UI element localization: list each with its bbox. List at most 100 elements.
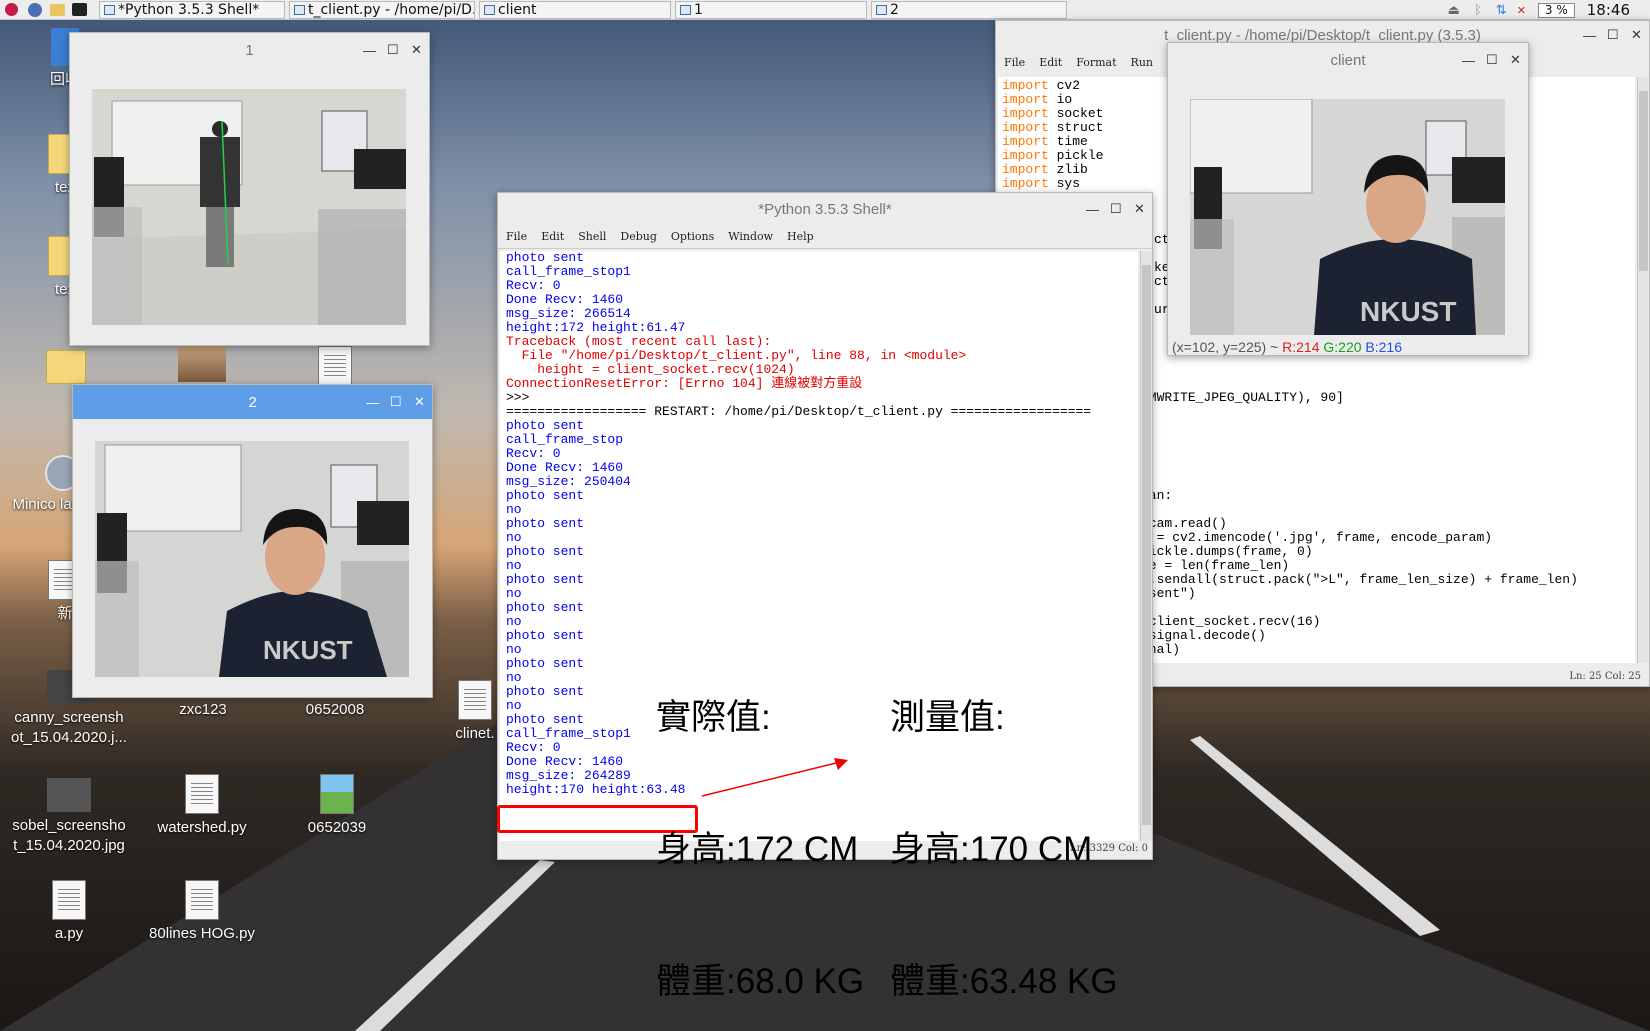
shell-line: photo sent [506,488,585,503]
task-label: *Python 3.5.3 Shell* [118,1,260,18]
code-line: en = pickle.dumps(frame, 0) [1102,544,1313,559]
maximize-icon[interactable]: ☐ [390,394,402,410]
window-titlebar[interactable]: 2 — ☐ ✕ [73,385,432,419]
window-title: t_client.py - /home/pi/Desktop/t_client.… [1164,26,1481,44]
image-file-icon [320,774,354,814]
menu-window[interactable]: Window [728,230,773,243]
minimize-icon[interactable]: — [1583,28,1596,43]
shell-line: msg_size: 250404 [506,474,631,489]
desktop-icon-hog[interactable]: 80lines HOG.py [137,880,267,944]
clock[interactable]: 18:46 [1587,1,1630,19]
bluetooth-icon[interactable]: ᛒ [1474,3,1482,18]
menu-help[interactable]: Help [787,230,814,243]
desktop-icon-sobel[interactable]: sobel_screensho t_15.04.2020.jpg [4,778,134,856]
browser-icon[interactable] [28,2,42,17]
desktop-icon-0652039[interactable]: 0652039 [272,774,402,838]
minimize-icon[interactable]: — [1086,202,1099,217]
close-icon[interactable]: ✕ [1134,201,1145,217]
close-icon[interactable]: ✕ [411,42,422,58]
shell-menubar: File Edit Shell Debug Options Window Hel… [498,225,1152,249]
maximize-icon[interactable]: ☐ [1110,201,1122,217]
minimize-icon[interactable]: — [363,43,376,58]
task-t-client[interactable]: t_client.py - /home/pi/D... [289,0,475,19]
desktop-icon-0652008[interactable]: 0652008 [270,700,400,720]
desktop-icon-a-py[interactable]: a.py [4,880,134,944]
actual-height: 身高:172 CM [656,830,859,869]
window-title: *Python 3.5.3 Shell* [758,200,892,218]
editor-status: Ln: 25 Col: 25 [1569,671,1641,682]
editor-scrollbar[interactable] [1637,77,1649,663]
maximize-icon[interactable]: ☐ [387,42,399,58]
document-icon [458,680,492,720]
module-name: socket [1056,106,1104,121]
keyword: import [1002,148,1049,163]
minimize-icon[interactable]: — [1462,53,1475,68]
module-name: struct [1056,120,1104,135]
menu-file[interactable]: File [506,230,527,243]
menu-shell[interactable]: Shell [578,230,606,243]
terminal-icon[interactable] [72,3,87,16]
shell-line: height = client_socket.recv(1024) [506,362,795,377]
window-titlebar[interactable]: client — ☐ ✕ [1168,43,1528,77]
pixel-r: R:214 [1282,339,1320,355]
task-window-1[interactable]: 1 [675,0,867,19]
network-icon[interactable]: ⇅ [1496,3,1507,18]
document-icon[interactable] [318,346,352,386]
module-name: sys [1056,176,1081,191]
shell-line: call_frame_stop1 [506,264,631,279]
desktop-icon-label: 80lines HOG.py [149,925,255,942]
editor-code-lines: (cv2.IMWRITE_JPEG_QUALITY), 90] Truealse… [1102,391,1578,657]
close-icon[interactable]: ✕ [1631,27,1642,43]
task-window-2[interactable]: 2 [871,0,1067,19]
file-manager-icon[interactable] [50,3,65,16]
raspberry-menu-icon[interactable] [5,3,18,16]
shell-scrollbar[interactable] [1140,251,1152,841]
shell-line: photo sent [506,516,585,531]
menu-edit[interactable]: Edit [541,230,564,243]
scrollbar-thumb[interactable] [1639,91,1648,271]
shell-line: ================== RESTART: /home/pi/Des… [506,404,1092,419]
scrollbar-thumb[interactable] [1142,265,1151,825]
code-line: socket.sendall(struct.pack(">L", frame_l… [1102,572,1578,587]
window-titlebar[interactable]: 1 — ☐ ✕ [70,33,429,67]
desktop-icon-zxc123[interactable]: zxc123 [138,700,268,720]
code-line: nal = client_socket.recv(16) [1102,614,1321,629]
volume-icon[interactable]: ✕ [1517,4,1526,17]
menu-edit[interactable]: Edit [1039,56,1062,69]
module-name: pickle [1056,148,1104,163]
task-label: client [498,1,537,18]
maximize-icon[interactable]: ☐ [1607,27,1619,43]
menu-format[interactable]: Format [1076,56,1116,69]
menu-options[interactable]: Options [671,230,714,243]
module-name: zlib [1056,162,1088,177]
image-thumbnail-icon [47,778,91,812]
image-thumbnail-icon[interactable] [178,346,226,382]
eject-icon[interactable]: ⏏ [1448,3,1460,18]
window-titlebar[interactable]: *Python 3.5.3 Shell* — ☐ ✕ [498,193,1152,225]
maximize-icon[interactable]: ☐ [1486,52,1498,68]
minimize-icon[interactable]: — [366,395,379,410]
code-line: alse [1102,433,1578,447]
menu-file[interactable]: File [1004,56,1025,69]
measured-heading: 測量值: [890,698,1005,737]
close-icon[interactable]: ✕ [1510,52,1521,68]
shell-line: Recv: 0 [506,446,561,461]
task-python-shell[interactable]: *Python 3.5.3 Shell* [99,0,285,19]
close-icon[interactable]: ✕ [414,394,425,410]
cpu-monitor[interactable]: 3 % [1537,2,1575,18]
svg-text:NKUST: NKUST [263,635,353,665]
menu-run[interactable]: Run [1131,56,1153,69]
keyword: import [1002,176,1049,191]
task-client[interactable]: client [479,0,671,19]
task-label: 2 [890,1,899,18]
menu-debug[interactable]: Debug [620,230,657,243]
taskbar: *Python 3.5.3 Shell* t_client.py - /home… [0,0,1650,20]
desktop-icon-watershed[interactable]: watershed.py [137,774,267,838]
code-line: _Boolean: [1102,489,1578,503]
shell-line: photo sent [506,251,585,265]
folder-icon[interactable] [46,350,86,384]
shell-line: photo sent [506,418,585,433]
window-title: 1 [245,41,254,59]
